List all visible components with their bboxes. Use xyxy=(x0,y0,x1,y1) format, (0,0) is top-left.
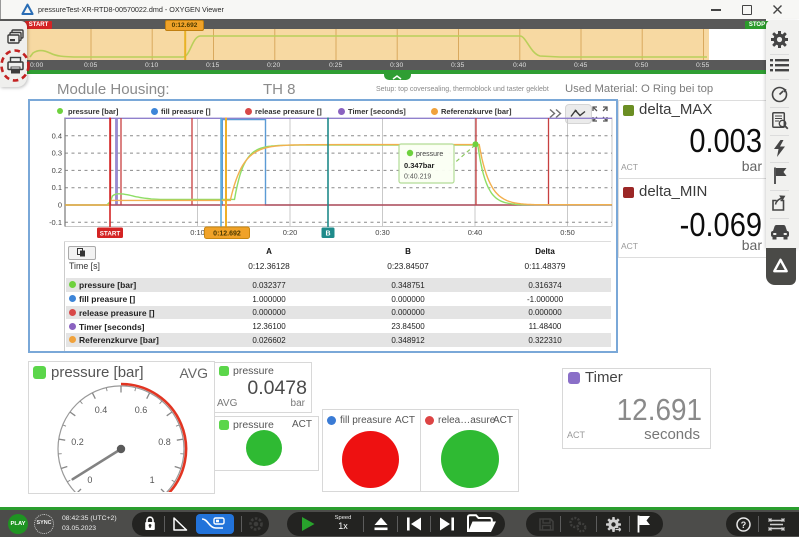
svg-text:0:40: 0:40 xyxy=(468,228,483,237)
svg-text:0:30: 0:30 xyxy=(375,228,390,237)
svg-text:0:40.219: 0:40.219 xyxy=(404,174,431,181)
svg-text:0: 0 xyxy=(58,201,62,210)
svg-text:B: B xyxy=(325,231,330,238)
svg-text:0:50: 0:50 xyxy=(560,228,575,237)
svg-text:pressure: pressure xyxy=(416,151,443,158)
svg-text:0:20: 0:20 xyxy=(283,228,298,237)
svg-text:0:12.692: 0:12.692 xyxy=(213,231,241,238)
svg-text:0:10: 0:10 xyxy=(190,228,205,237)
svg-text:1: 1 xyxy=(150,475,155,485)
svg-text:?: ? xyxy=(741,520,747,530)
svg-text:0: 0 xyxy=(87,475,92,485)
svg-text:0.1: 0.1 xyxy=(52,183,62,192)
svg-text:0.2: 0.2 xyxy=(71,437,84,447)
svg-text:0.4: 0.4 xyxy=(95,405,108,415)
svg-text:0.3: 0.3 xyxy=(52,149,62,158)
svg-text:-0.1: -0.1 xyxy=(49,218,62,227)
svg-text:START: START xyxy=(100,231,121,238)
svg-text:0.2: 0.2 xyxy=(52,166,62,175)
svg-text:0.347bar: 0.347bar xyxy=(404,161,435,170)
svg-text:0.6: 0.6 xyxy=(135,405,148,415)
svg-text:0.8: 0.8 xyxy=(158,437,171,447)
svg-text:0.4: 0.4 xyxy=(52,131,62,140)
